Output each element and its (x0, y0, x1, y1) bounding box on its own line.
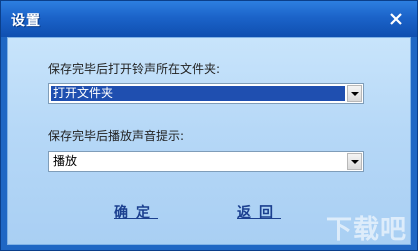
open-folder-select[interactable]: 打开文件夹 (48, 83, 364, 104)
play-sound-label: 保存完毕后播放声音提示: (48, 129, 185, 143)
ok-button[interactable]: 确定 (114, 202, 158, 222)
chevron-down-icon[interactable] (347, 85, 362, 102)
close-icon[interactable] (387, 10, 405, 28)
window-title: 设置 (11, 13, 41, 29)
play-sound-select[interactable]: 播放 (48, 151, 364, 172)
watermark-logo: 下载吧 (325, 215, 407, 245)
back-button[interactable]: 返回 (237, 202, 281, 222)
settings-dialog: 设置 保存完毕后打开铃声所在文件夹: 打开文件夹 保存完毕后播放声音提示: 播放… (0, 0, 418, 251)
open-folder-select-value: 打开文件夹 (51, 86, 345, 101)
play-sound-select-value: 播放 (53, 154, 78, 168)
open-folder-label: 保存完毕后打开铃声所在文件夹: (48, 62, 221, 76)
chevron-down-icon[interactable] (347, 153, 362, 170)
title-bar[interactable]: 设置 (1, 1, 417, 37)
